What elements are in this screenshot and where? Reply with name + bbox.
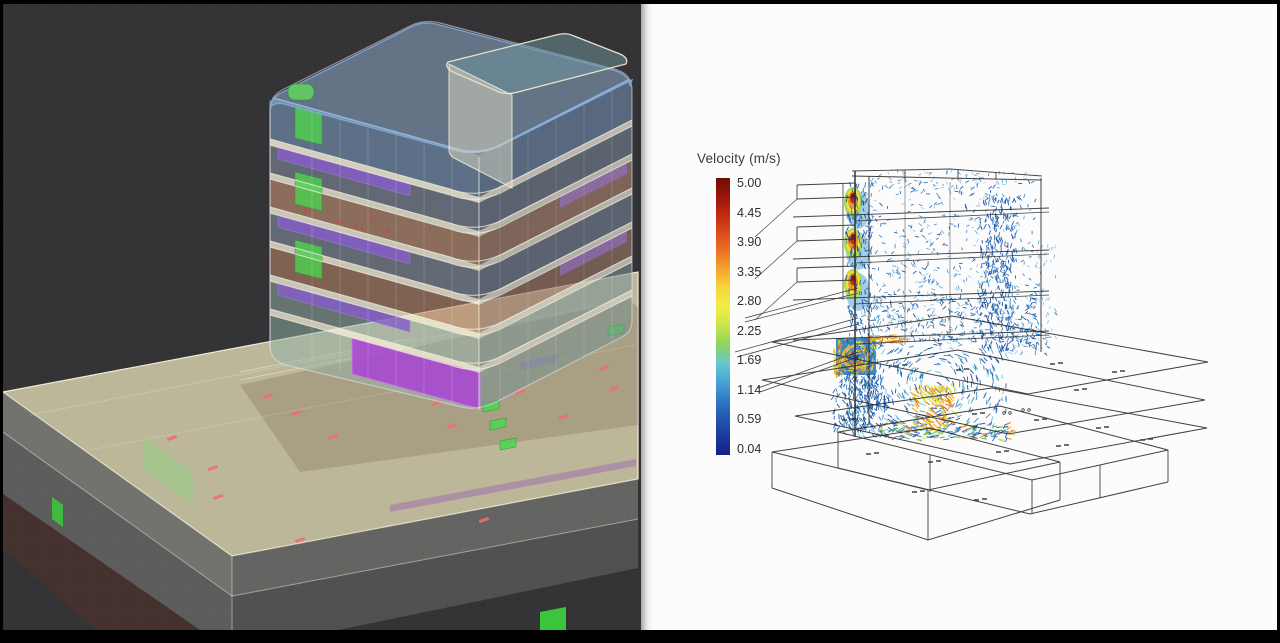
velocity-colorbar bbox=[716, 178, 730, 455]
colorbar-tick: 3.90 bbox=[737, 235, 781, 249]
colorbar-tick: 0.04 bbox=[737, 442, 781, 456]
building-model-drawing bbox=[3, 4, 641, 630]
colorbar-tick: 1.14 bbox=[737, 383, 781, 397]
colorbar-tick: 2.80 bbox=[737, 294, 781, 308]
cfd-vector-plot-drawing bbox=[643, 4, 1277, 630]
colorbar-tick: 1.69 bbox=[737, 353, 781, 367]
colorbar-tick: 3.35 bbox=[737, 265, 781, 279]
velocity-legend-title: Velocity (m/s) bbox=[697, 151, 781, 166]
colorbar-tick: 0.59 bbox=[737, 412, 781, 426]
colorbar-tick: 4.45 bbox=[737, 206, 781, 220]
colorbar-tick: 2.25 bbox=[737, 324, 781, 338]
colorbar-tick: 5.00 bbox=[737, 176, 781, 190]
